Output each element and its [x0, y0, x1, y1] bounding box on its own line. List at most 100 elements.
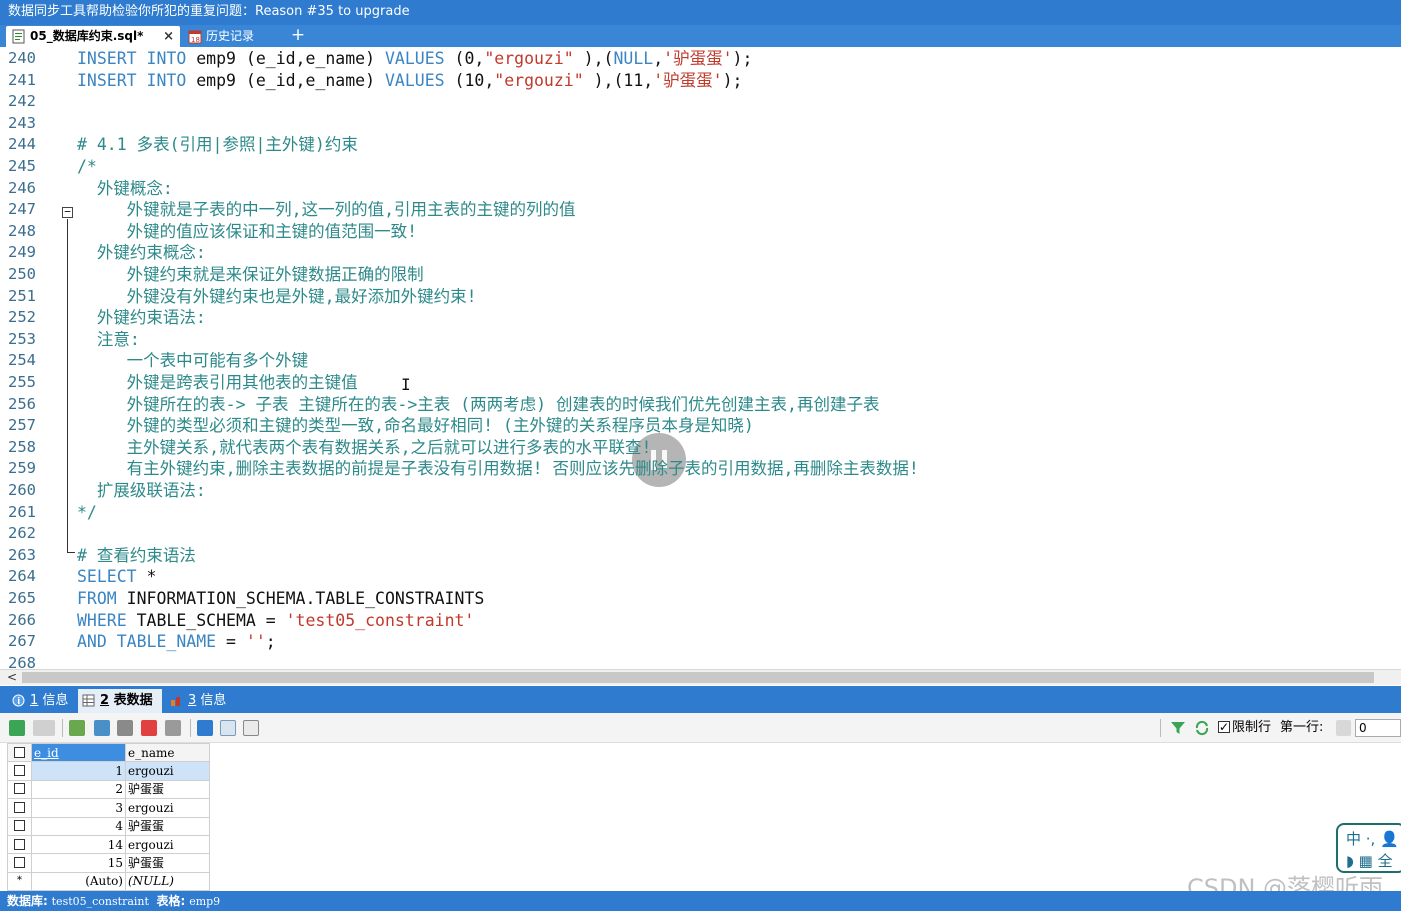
cell-e-name[interactable]: ergouzi: [125, 834, 210, 855]
table-row[interactable]: 15 驴蛋蛋: [7, 853, 210, 873]
table-row[interactable]: 3 ergouzi: [7, 798, 210, 818]
cell-e-name[interactable]: ergouzi: [125, 798, 210, 818]
ime-toolbar[interactable]: 中 ·, 👤 ◗ ▦ 全: [1336, 823, 1401, 873]
code-line[interactable]: 260 扩展级联语法:: [0, 480, 1401, 502]
code-line[interactable]: 266 WHERE TABLE_SCHEMA = 'test05_constrai…: [0, 610, 1401, 632]
result-tab-info-3[interactable]: 3 信息: [166, 689, 230, 713]
cell-e-id[interactable]: 15: [31, 853, 126, 873]
prev-page-icon[interactable]: [1336, 720, 1351, 736]
cell-e-id[interactable]: 1: [31, 761, 126, 781]
code-line[interactable]: 265 FROM INFORMATION_SCHEMA.TABLE_CONSTRA…: [0, 588, 1401, 610]
result-tab-info-1[interactable]: 1 信息: [8, 689, 72, 713]
code-token: "ergouzi": [494, 70, 584, 90]
checkbox-icon[interactable]: [14, 838, 25, 850]
row-select-cell[interactable]: [7, 834, 32, 855]
checkbox-icon[interactable]: [14, 765, 25, 777]
delete-icon[interactable]: [141, 720, 157, 736]
checkbox-icon[interactable]: [14, 746, 25, 758]
row-select-cell[interactable]: [7, 798, 32, 818]
row-select-cell[interactable]: [7, 779, 32, 800]
refresh-grid-icon[interactable]: [165, 720, 181, 736]
select-all-cell[interactable]: [7, 742, 32, 763]
form-view-icon[interactable]: [220, 720, 236, 736]
duplicate-row-icon[interactable]: [94, 720, 110, 736]
code-line[interactable]: 243: [0, 113, 1401, 135]
filter-icon[interactable]: [1170, 720, 1186, 736]
column-header-e-id[interactable]: e_id: [31, 742, 126, 763]
row-select-cell[interactable]: [7, 761, 32, 781]
code-line[interactable]: 258 主外键关系,就代表两个表有数据关系,之后就可以进行多表的水平联查!: [0, 437, 1401, 459]
grid-view-icon[interactable]: [197, 720, 213, 736]
checkbox-icon[interactable]: [14, 783, 25, 795]
code-line[interactable]: 247 外键就是子表的中一列,这一列的值,引用主表的主键的列的值: [0, 199, 1401, 221]
insert-row-icon[interactable]: [69, 720, 85, 736]
first-row-input[interactable]: 0: [1355, 719, 1401, 737]
tab-history[interactable]: 18 历史记录: [182, 26, 292, 47]
cell-e-name[interactable]: 驴蛋蛋: [125, 779, 210, 800]
code-line[interactable]: 248 外键的值应该保证和主键的值范围一致!: [0, 221, 1401, 243]
checkbox-icon[interactable]: [14, 801, 25, 813]
add-row-icon[interactable]: [9, 720, 25, 736]
grid-toolbar: 限制行 第一行: 0: [0, 713, 1401, 743]
code-line[interactable]: 257 外键的类型必须和主键的类型一致,命名最好相同! (主外键的关系程序员本身…: [0, 415, 1401, 437]
line-number: 258: [8, 437, 36, 456]
cell-e-name[interactable]: 驴蛋蛋: [125, 853, 210, 873]
copy-row-dropdown-icon[interactable]: [33, 720, 55, 736]
code-line[interactable]: 254 一个表中可能有多个外键: [0, 350, 1401, 372]
code-line[interactable]: 264 SELECT *: [0, 566, 1401, 588]
code-line[interactable]: 259 有主外键约束,删除主表数据的前提是子表没有引用数据! 否则应该先删除子表…: [0, 458, 1401, 480]
code-line[interactable]: 267 AND TABLE_NAME = '';: [0, 631, 1401, 653]
add-tab-button[interactable]: +: [290, 25, 306, 47]
table-row[interactable]: * (Auto) (NULL): [7, 871, 210, 892]
table-row[interactable]: 1 ergouzi: [7, 761, 210, 781]
code-line[interactable]: 255 外键是跨表引用其他表的主键值: [0, 372, 1401, 394]
code-line[interactable]: 261 */: [0, 502, 1401, 524]
row-select-cell[interactable]: [7, 816, 32, 836]
code-line[interactable]: 268: [0, 653, 1401, 669]
column-header-e-name[interactable]: e_name: [125, 742, 210, 763]
cell-e-id[interactable]: 2: [31, 779, 126, 800]
cell-e-name[interactable]: 驴蛋蛋: [125, 816, 210, 836]
code-line[interactable]: 262: [0, 523, 1401, 545]
code-line[interactable]: 251 外键没有外键约束也是外键,最好添加外键约束!: [0, 286, 1401, 308]
save-icon[interactable]: [117, 720, 133, 736]
code-line[interactable]: 244 # 4.1 多表(引用|参照|主外键)约束: [0, 134, 1401, 156]
row-select-cell[interactable]: [7, 853, 32, 873]
scrollbar-thumb[interactable]: [22, 672, 1374, 683]
cell-e-id[interactable]: (Auto): [31, 871, 126, 892]
cell-e-name[interactable]: ergouzi: [125, 761, 210, 781]
code-line[interactable]: 253 注意:: [0, 329, 1401, 351]
code-line[interactable]: 249 外键约束概念:: [0, 242, 1401, 264]
reload-icon[interactable]: [1194, 720, 1210, 736]
cell-e-id[interactable]: 3: [31, 798, 126, 818]
cell-e-name[interactable]: (NULL): [125, 871, 210, 892]
code-token: (10,: [454, 70, 495, 90]
checkbox-icon[interactable]: [14, 857, 25, 869]
code-line[interactable]: 250 外键约束就是来保证外键数据正确的限制: [0, 264, 1401, 286]
code-line[interactable]: 242: [0, 91, 1401, 113]
code-line[interactable]: 256 外键所在的表-> 子表 主键所在的表->主表 (两两考虑) 创建表的时候…: [0, 394, 1401, 416]
close-icon[interactable]: ×: [163, 26, 174, 47]
code-line[interactable]: 240 INSERT INTO emp9 (e_id,e_name) VALUES…: [0, 48, 1401, 70]
line-number: 261: [8, 502, 36, 521]
text-view-icon[interactable]: [243, 720, 259, 736]
code-line[interactable]: 241 INSERT INTO emp9 (e_id,e_name) VALUES…: [0, 70, 1401, 92]
code-line[interactable]: 246 外键概念:: [0, 178, 1401, 200]
table-row[interactable]: 2 驴蛋蛋: [7, 779, 210, 800]
result-tab-table-data[interactable]: 2 表数据: [78, 689, 162, 713]
code-line[interactable]: 245 /*: [0, 156, 1401, 178]
cell-e-id[interactable]: 14: [31, 834, 126, 855]
table-row[interactable]: 14 ergouzi: [7, 834, 210, 855]
horizontal-scrollbar[interactable]: <: [0, 669, 1401, 685]
limit-rows-checkbox[interactable]: 限制行: [1218, 718, 1271, 737]
sql-editor[interactable]: − I 240 INSERT INTO emp9 (e_id,e_name) VA…: [0, 47, 1401, 669]
table-row[interactable]: 4 驴蛋蛋: [7, 816, 210, 836]
cell-e-id[interactable]: 4: [31, 816, 126, 836]
checkbox-icon[interactable]: [14, 820, 25, 832]
code-line[interactable]: 263 # 查看约束语法: [0, 545, 1401, 567]
code-line[interactable]: 252 外键约束语法:: [0, 307, 1401, 329]
tab-sql-file[interactable]: 05_数据库约束.sql* ×: [6, 26, 180, 47]
checkbox-icon[interactable]: [1218, 718, 1230, 736]
scroll-left-icon[interactable]: <: [7, 670, 17, 685]
row-select-cell[interactable]: *: [7, 871, 32, 892]
